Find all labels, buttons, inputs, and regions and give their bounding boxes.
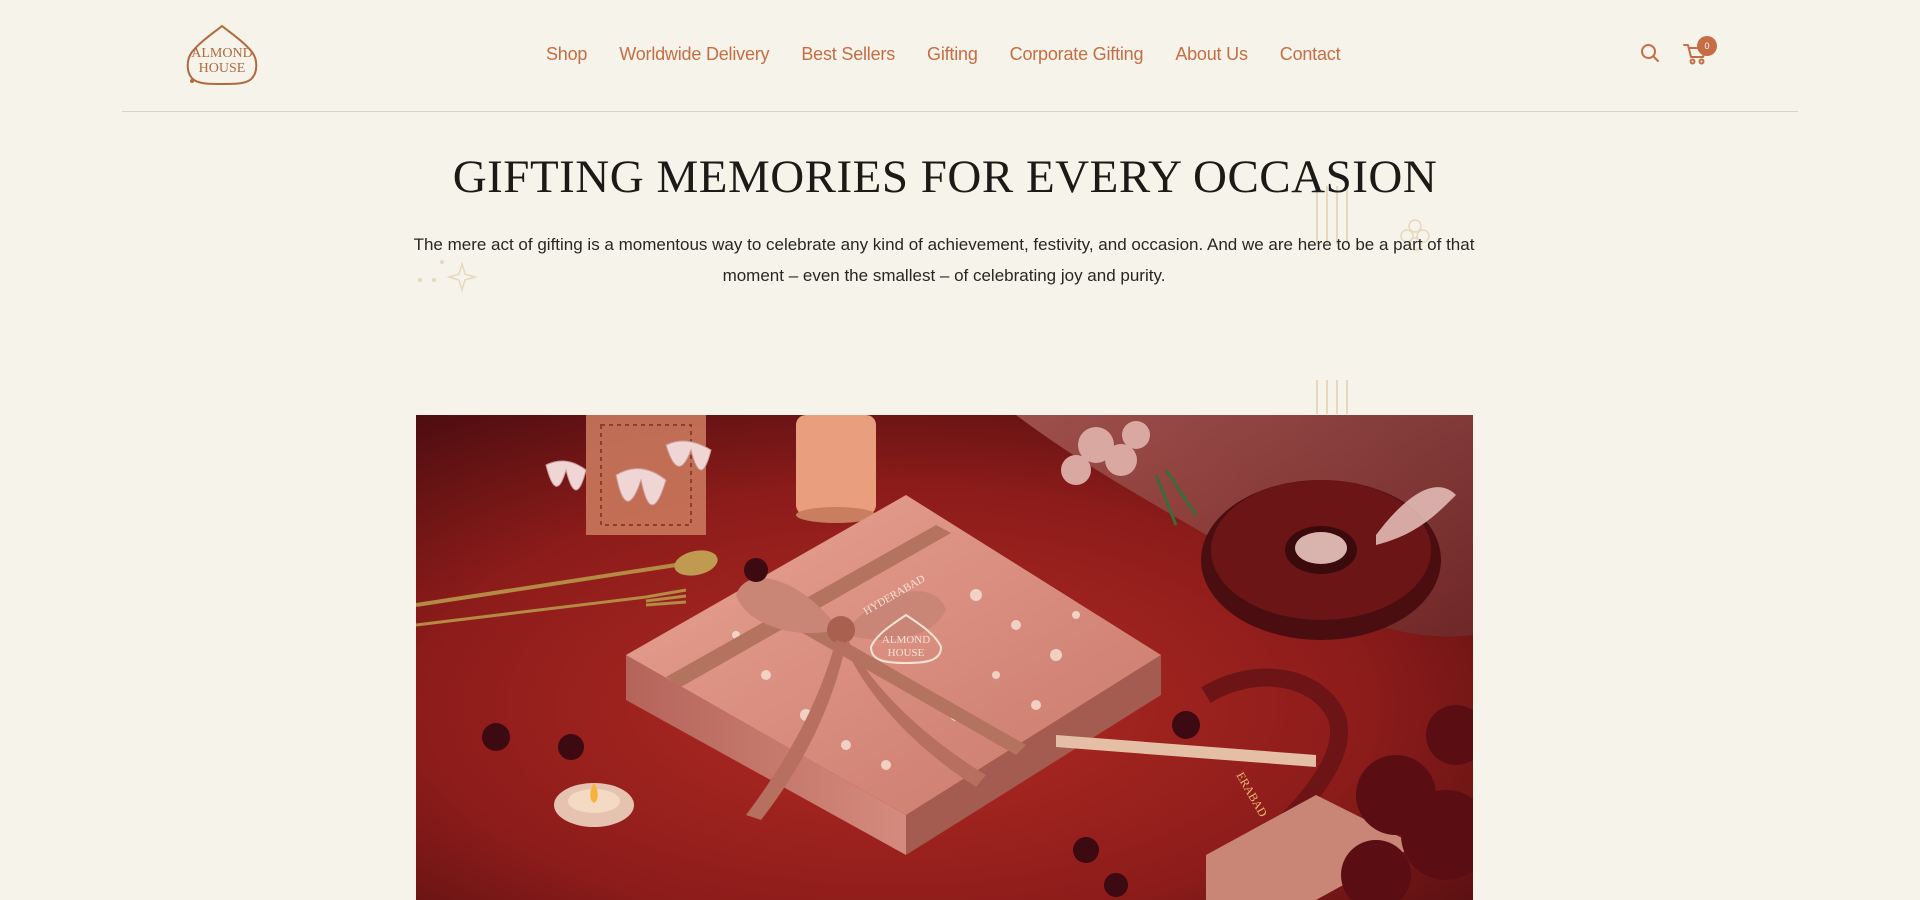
nav-item-contact[interactable]: Contact: [1280, 44, 1341, 65]
stripe-decoration-icon: [1316, 380, 1348, 414]
brand-logo[interactable]: ALMOND HOUSE: [182, 22, 262, 86]
cart-count-badge: 0: [1697, 36, 1717, 56]
gift-box-scene-illustration: ALMOND HOUSE HYDERABAD ERABAD: [416, 415, 1473, 900]
hero-description: The mere act of gifting is a momentous w…: [413, 235, 1475, 285]
logo-line-2: HOUSE: [198, 61, 246, 76]
nav-item-worldwide-delivery[interactable]: Worldwide Delivery: [619, 44, 769, 65]
logo-wordmark: ALMOND HOUSE: [182, 46, 262, 76]
nav-item-corporate-gifting[interactable]: Corporate Gifting: [1010, 44, 1144, 65]
nav-item-shop[interactable]: Shop: [546, 44, 587, 65]
featured-gift-photo: ALMOND HOUSE HYDERABAD ERABAD: [416, 415, 1473, 900]
site-header: ALMOND HOUSE Shop Worldwide Delivery Bes…: [122, 0, 1798, 112]
nav-item-gifting[interactable]: Gifting: [927, 44, 978, 65]
search-button[interactable]: [1638, 41, 1662, 65]
nav-item-about-us[interactable]: About Us: [1175, 44, 1248, 65]
box-logo-line-1: ALMOND: [882, 634, 930, 646]
logo-line-1: ALMOND: [191, 46, 253, 61]
nav-item-best-sellers[interactable]: Best Sellers: [801, 44, 895, 65]
main-nav: Shop Worldwide Delivery Best Sellers Gif…: [546, 40, 1341, 68]
page: ALMOND HOUSE Shop Worldwide Delivery Bes…: [0, 0, 1920, 900]
search-icon: [1641, 44, 1659, 62]
hero-title: GIFTING MEMORIES FOR EVERY OCCASION: [452, 151, 1438, 203]
box-logo-line-2: HOUSE: [888, 647, 925, 659]
